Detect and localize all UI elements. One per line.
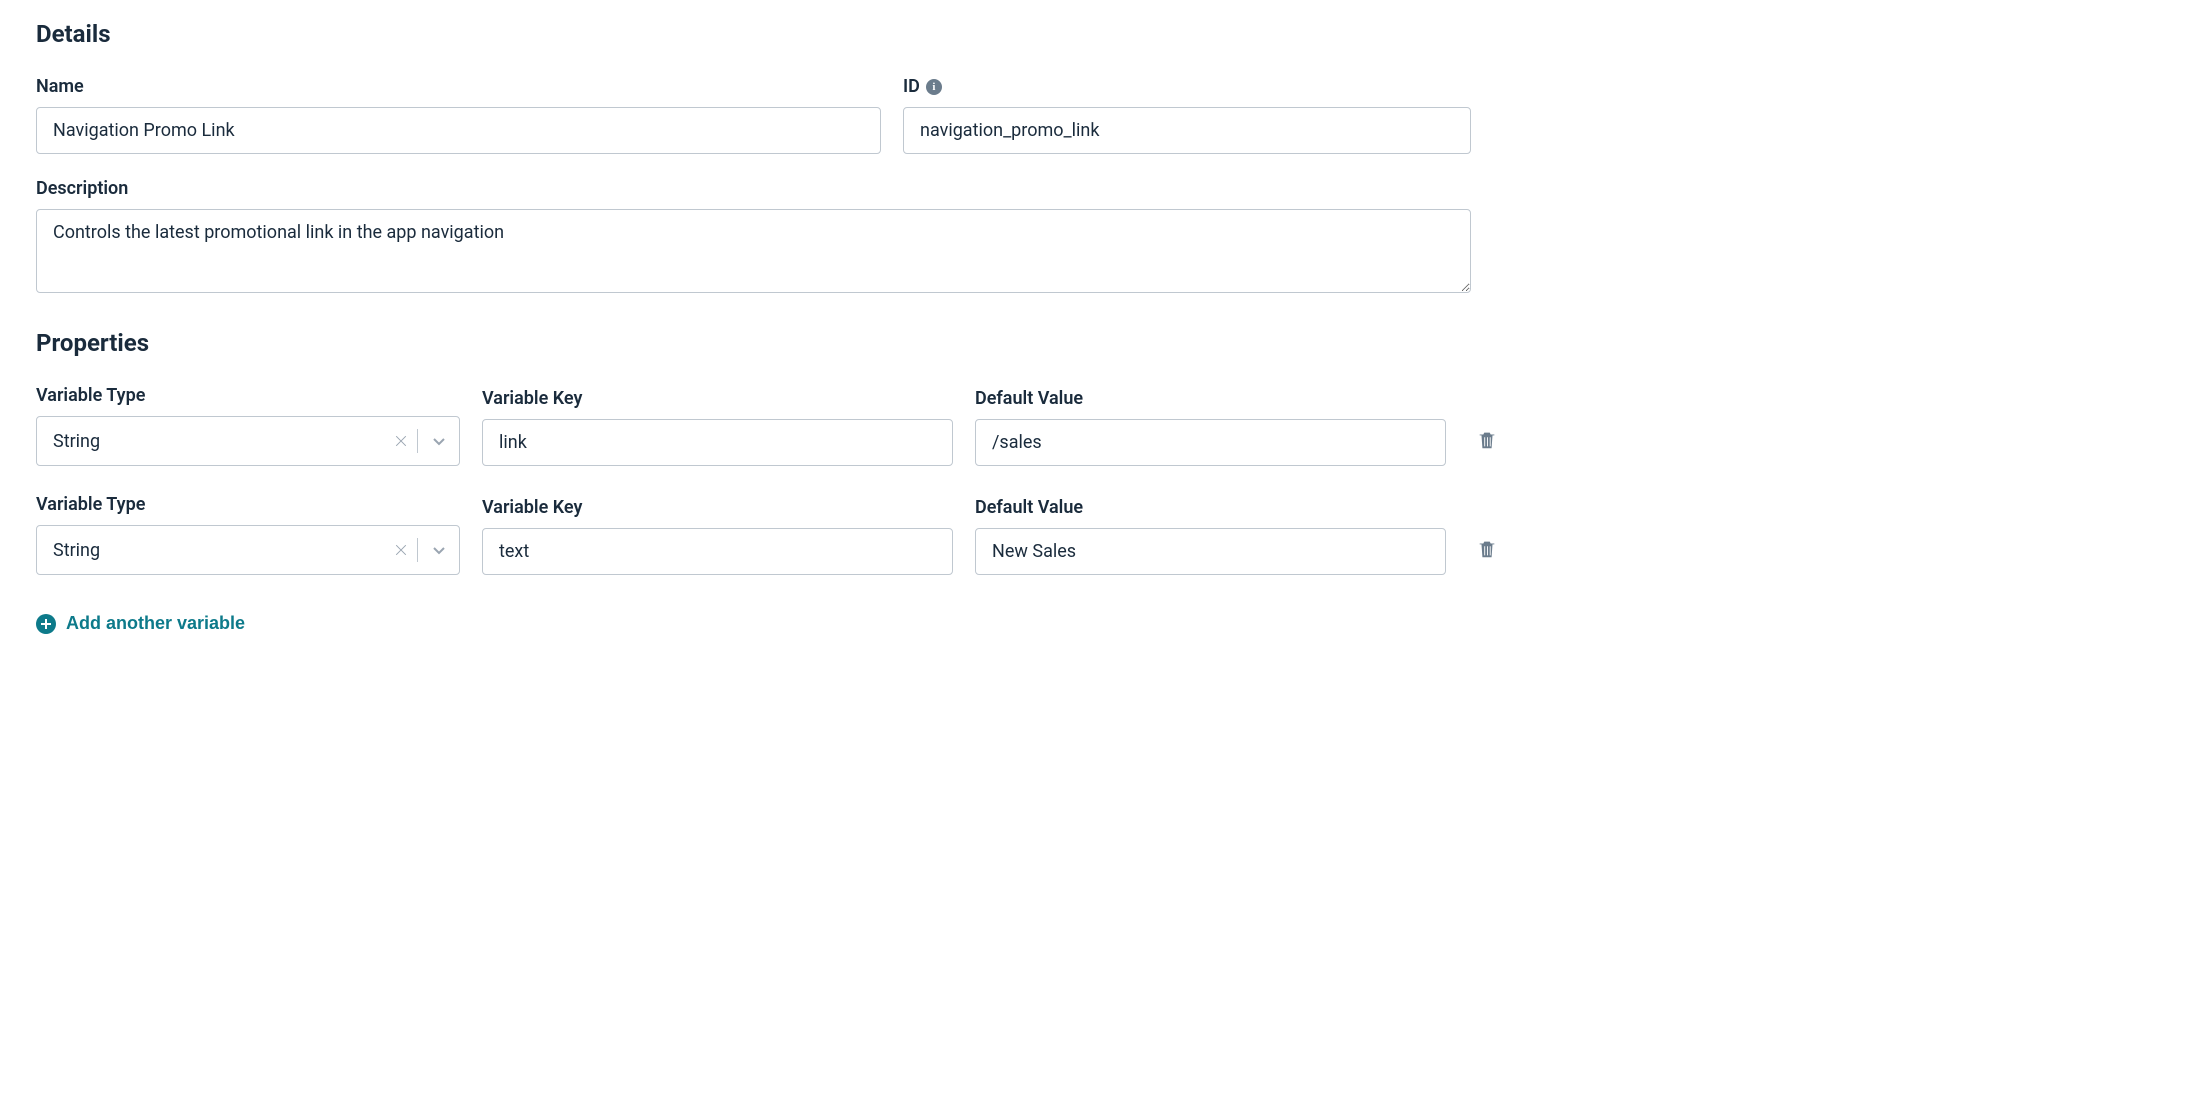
default-value-input[interactable] [975, 528, 1446, 575]
description-textarea[interactable] [36, 209, 1471, 293]
default-value-input[interactable] [975, 419, 1446, 466]
variable-key-label: Variable Key [482, 497, 953, 518]
variable-key-label: Variable Key [482, 388, 953, 409]
variable-key-field: Variable Key [482, 388, 953, 466]
properties-section: Properties Variable Type String Variable… [36, 329, 2166, 640]
default-value-label: Default Value [975, 388, 1446, 409]
description-field: Description [36, 178, 1471, 293]
details-row: Name ID i [36, 76, 2166, 154]
clear-icon[interactable] [385, 525, 417, 575]
variable-type-select[interactable]: String [36, 525, 460, 575]
trash-icon [1476, 429, 1498, 454]
select-controls [385, 416, 460, 466]
chevron-down-icon[interactable] [418, 525, 460, 575]
info-icon[interactable]: i [926, 79, 942, 95]
add-variable-label: Add another variable [66, 613, 245, 634]
variable-key-input[interactable] [482, 419, 953, 466]
details-section: Details Name ID i Description [36, 20, 2166, 293]
name-label: Name [36, 76, 881, 97]
plus-circle-icon [36, 614, 56, 634]
trash-icon [1476, 538, 1498, 563]
id-field: ID i [903, 76, 1471, 154]
variable-key-input[interactable] [482, 528, 953, 575]
name-input[interactable] [36, 107, 881, 154]
id-label-text: ID [903, 76, 920, 97]
variable-type-field: Variable Type String [36, 385, 460, 466]
property-row: Variable Type String Variable Key Defaul [36, 494, 2166, 575]
add-variable-button[interactable]: Add another variable [36, 607, 245, 640]
variable-type-label: Variable Type [36, 385, 460, 406]
id-label: ID i [903, 76, 1471, 97]
default-value-field: Default Value [975, 388, 1446, 466]
delete-row-button[interactable] [1472, 525, 1502, 575]
variable-type-label: Variable Type [36, 494, 460, 515]
default-value-field: Default Value [975, 497, 1446, 575]
property-row: Variable Type String Variable Key Defaul [36, 385, 2166, 466]
name-field: Name [36, 76, 881, 154]
variable-key-field: Variable Key [482, 497, 953, 575]
properties-heading: Properties [36, 329, 2166, 357]
default-value-label: Default Value [975, 497, 1446, 518]
variable-type-select[interactable]: String [36, 416, 460, 466]
chevron-down-icon[interactable] [418, 416, 460, 466]
details-heading: Details [36, 20, 2166, 48]
variable-type-field: Variable Type String [36, 494, 460, 575]
id-input[interactable] [903, 107, 1471, 154]
clear-icon[interactable] [385, 416, 417, 466]
select-controls [385, 525, 460, 575]
description-label: Description [36, 178, 1471, 199]
delete-row-button[interactable] [1472, 416, 1502, 466]
